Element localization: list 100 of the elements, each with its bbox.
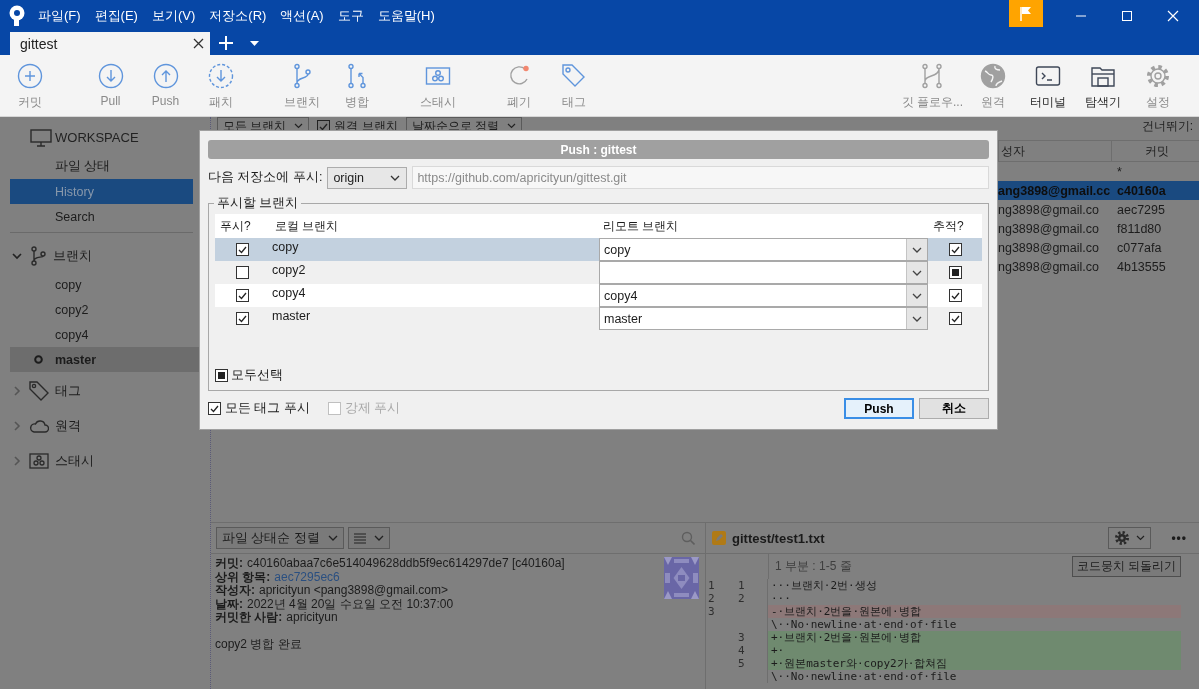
sidebar-item[interactable]: Search bbox=[10, 204, 193, 229]
field-label: 다음 저장소에 푸시: bbox=[208, 169, 323, 186]
close-icon[interactable] bbox=[193, 38, 204, 49]
branch-item[interactable]: master bbox=[10, 347, 200, 372]
branch-item[interactable]: copy4 bbox=[10, 322, 193, 347]
caret-icon bbox=[507, 123, 517, 129]
sort-dropdown[interactable]: 파일 상태순 정렬 bbox=[216, 527, 344, 549]
add-tab-icon[interactable] bbox=[219, 36, 233, 50]
tag-icon bbox=[560, 63, 587, 89]
group-label[interactable]: 태그 bbox=[55, 381, 81, 400]
sidebar-item[interactable]: 파일 상태 bbox=[10, 154, 193, 179]
branch-item[interactable]: copy2 bbox=[10, 297, 193, 322]
checkbox[interactable] bbox=[236, 289, 249, 302]
toolbar-button[interactable]: 원격 bbox=[965, 55, 1020, 116]
settings-icon bbox=[1114, 530, 1131, 546]
line-number: 2 bbox=[738, 592, 745, 605]
table-cell: ng3898@gmail.co bbox=[998, 259, 1099, 274]
caret-icon bbox=[373, 535, 384, 541]
commit-message: copy2 병합 완료 bbox=[215, 637, 303, 651]
menu-item[interactable]: 파일(F) bbox=[38, 7, 81, 25]
branch-row[interactable]: copy4 copy4 bbox=[215, 284, 982, 307]
toolbar-button[interactable]: 커밋 bbox=[2, 55, 57, 116]
toolbar-button[interactable]: Pull bbox=[83, 55, 138, 116]
checkbox[interactable] bbox=[949, 243, 962, 256]
branch-item[interactable]: copy bbox=[10, 272, 193, 297]
toolbar-button[interactable]: 패치 bbox=[193, 55, 248, 116]
table-cell: ang3898@gmail.cc bbox=[998, 183, 1111, 198]
more-button[interactable]: ••• bbox=[1171, 531, 1187, 545]
column-header[interactable]: 커밋 bbox=[1111, 141, 1199, 161]
line-number: 1 bbox=[738, 579, 745, 592]
menu-item[interactable]: 보기(V) bbox=[151, 7, 196, 25]
table-cell: c077afa bbox=[1117, 240, 1162, 255]
toolbar-button[interactable]: 탐색기 bbox=[1075, 55, 1130, 116]
toolbar-button[interactable]: Push bbox=[138, 55, 193, 116]
group-label[interactable]: 원격 bbox=[55, 416, 81, 435]
code-line: \··No·newline·at·end·of·file bbox=[770, 670, 958, 683]
dialog-title: Push : gittest bbox=[208, 140, 989, 159]
code-line: \··No·newline·at·end·of·file bbox=[770, 618, 958, 631]
checkbox-label: 모든 태그 푸시 bbox=[225, 400, 310, 417]
toolbar-button[interactable]: 스태시 bbox=[410, 55, 465, 116]
line-number: 4 bbox=[738, 644, 745, 657]
caret-icon bbox=[390, 174, 401, 181]
group-label[interactable]: 스태시 bbox=[55, 451, 94, 470]
line-number: 2 bbox=[708, 592, 715, 605]
field-value: 2022년 4월 20일 수요일 오전 10:37:00 bbox=[247, 596, 454, 611]
sidebar-item[interactable]: History bbox=[10, 179, 193, 204]
caret-icon[interactable] bbox=[250, 41, 259, 46]
checkbox[interactable] bbox=[208, 402, 221, 415]
menu-item[interactable]: 저장소(R) bbox=[209, 7, 267, 25]
code-line: ··· bbox=[770, 592, 792, 605]
toolbar-button[interactable]: 깃 플로우... bbox=[899, 55, 965, 116]
line-number: 1 bbox=[708, 579, 715, 592]
cancel-button[interactable]: 취소 bbox=[919, 398, 989, 419]
close-icon bbox=[1167, 10, 1179, 22]
checkbox[interactable] bbox=[236, 312, 249, 325]
toolbar-button[interactable]: 태그 bbox=[546, 55, 601, 116]
group-label[interactable]: 브랜치 bbox=[53, 246, 92, 265]
field-label: 커밋: bbox=[215, 556, 243, 570]
checkbox[interactable] bbox=[949, 312, 962, 325]
toolbar-button[interactable]: 폐기 bbox=[491, 55, 546, 116]
branch-row[interactable]: copy copy bbox=[215, 238, 982, 261]
remote-branch-field[interactable] bbox=[599, 261, 928, 284]
line-number: 5 bbox=[738, 657, 745, 670]
checkbox-label: 강제 푸시 bbox=[344, 400, 401, 417]
caret-icon bbox=[294, 123, 304, 129]
remote-branch-field[interactable]: copy4 bbox=[599, 284, 928, 307]
remote-branch-field[interactable]: copy bbox=[599, 238, 928, 261]
group-title: 푸시할 브랜치 bbox=[216, 195, 300, 212]
checkbox[interactable] bbox=[236, 266, 249, 279]
settings-dropdown[interactable] bbox=[1108, 527, 1152, 549]
toolbar-button[interactable]: 병합 bbox=[329, 55, 384, 116]
table-cell: c40160a bbox=[1117, 183, 1166, 198]
plus-circle-icon bbox=[16, 63, 43, 89]
push-button[interactable]: Push bbox=[844, 398, 914, 419]
terminal-icon bbox=[1034, 63, 1061, 89]
remote-branch-field[interactable]: master bbox=[599, 307, 928, 330]
caret-icon bbox=[1136, 535, 1146, 541]
checkbox[interactable] bbox=[949, 289, 962, 302]
menu-item[interactable]: 액션(A) bbox=[280, 7, 324, 25]
menu-item[interactable]: 도움말(H) bbox=[377, 7, 435, 25]
checkbox[interactable] bbox=[236, 243, 249, 256]
line-number: 3 bbox=[738, 631, 745, 644]
url-field[interactable]: https://github.com/apricityun/gittest.git bbox=[412, 166, 989, 189]
revert-hunk-button[interactable]: 코드뭉치 되돌리기 bbox=[1071, 556, 1181, 577]
section-title: WORKSPACE bbox=[55, 130, 139, 145]
field-label: 날짜: bbox=[215, 596, 243, 611]
toolbar-button[interactable]: 설정 bbox=[1130, 55, 1185, 116]
field-value: apricityun <pang3898@gmail.com> bbox=[259, 583, 448, 597]
field-value: c40160abaa7c6e514049628ddb5f9ec614297de7 [c40160a] bbox=[247, 556, 565, 570]
remote-dropdown[interactable]: origin bbox=[327, 166, 408, 189]
repo-tab[interactable]: gittest bbox=[10, 32, 210, 55]
table-cell-text: copy bbox=[271, 239, 300, 256]
menu-item[interactable]: 도구 bbox=[337, 7, 364, 25]
toolbar-button[interactable]: 브랜치 bbox=[274, 55, 329, 116]
caret-icon bbox=[327, 535, 338, 541]
up-arrow-circle-icon bbox=[152, 63, 179, 89]
menu-item[interactable]: 편집(E) bbox=[94, 7, 138, 25]
toolbar-button[interactable]: 터미널 bbox=[1020, 55, 1075, 116]
table-cell-text: master bbox=[271, 308, 312, 325]
pencil-icon bbox=[712, 531, 726, 545]
